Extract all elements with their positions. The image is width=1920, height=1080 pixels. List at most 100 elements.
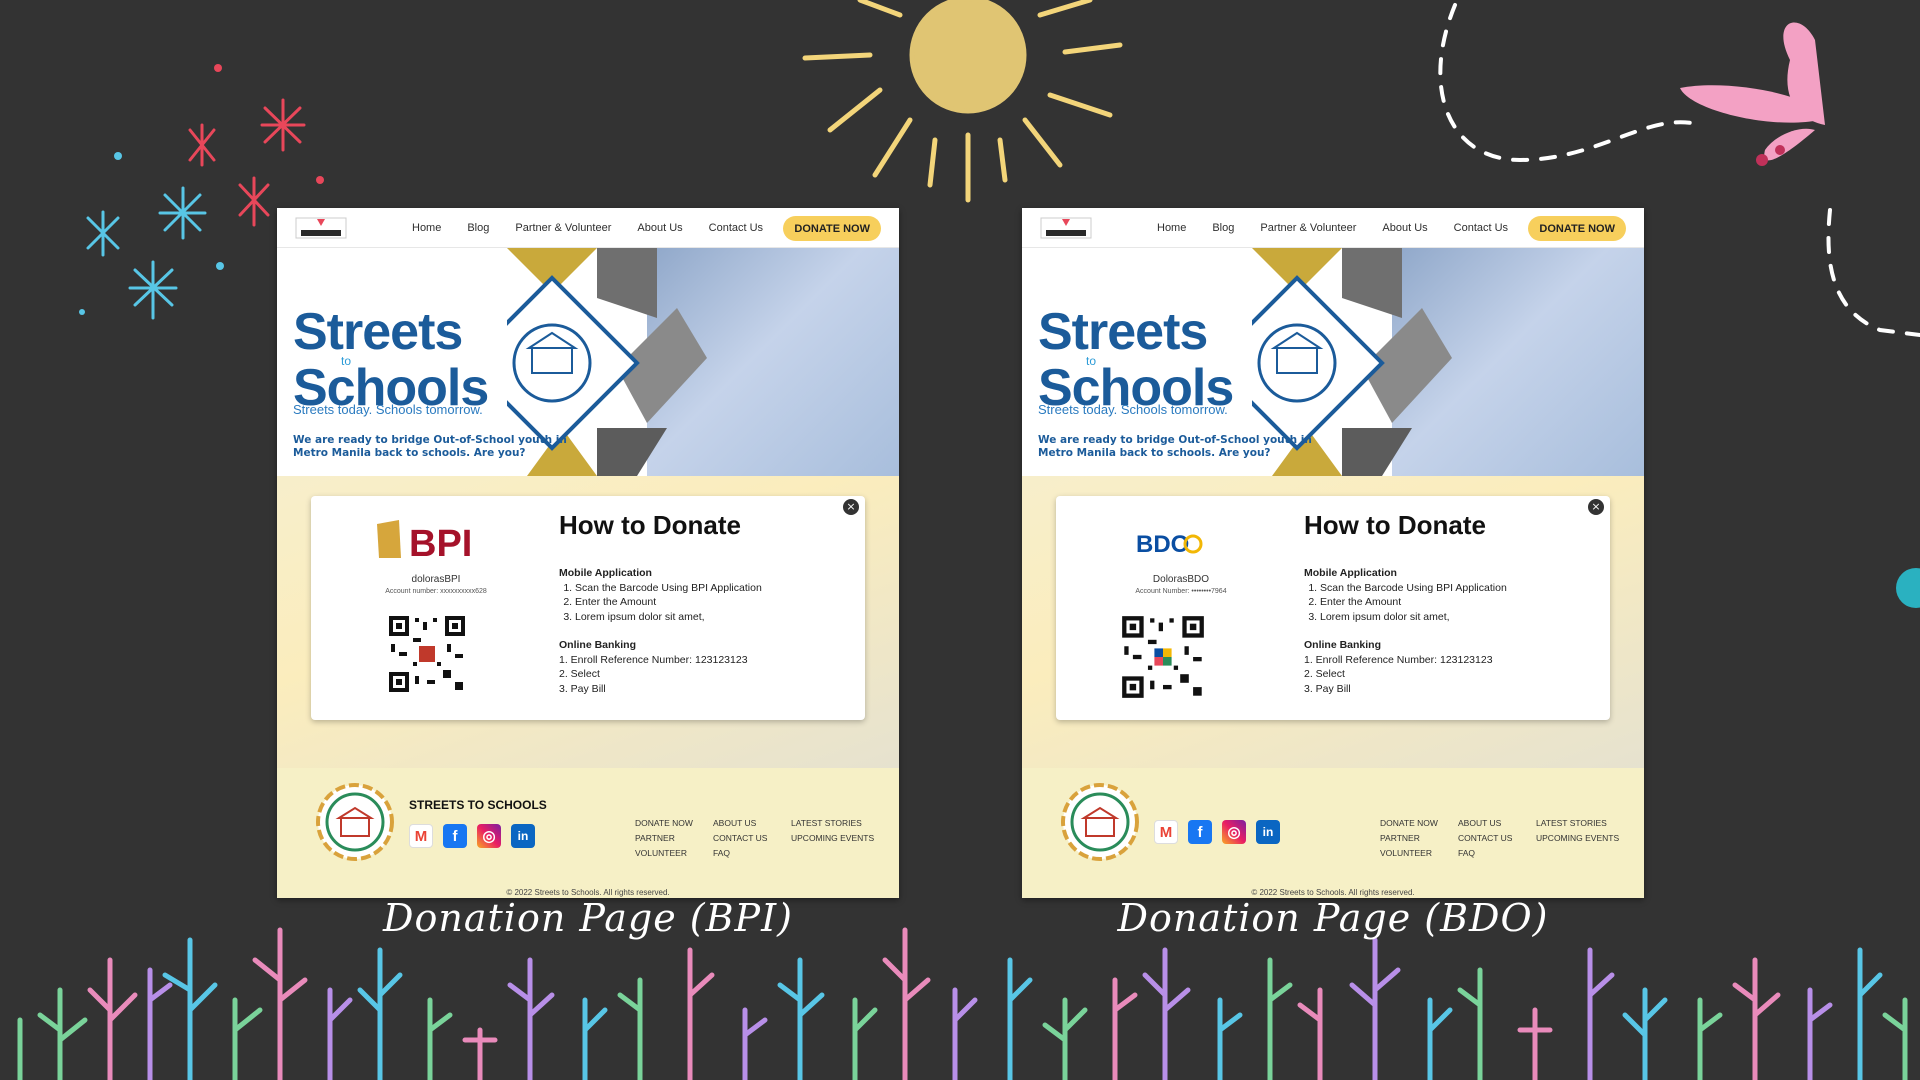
nav-blog[interactable]: Blog <box>1199 222 1247 234</box>
footer-link-donate-now[interactable]: DONATE NOW <box>1380 816 1438 831</box>
qr-code-icon <box>1120 614 1206 700</box>
donate-now-button[interactable]: DONATE NOW <box>783 216 881 241</box>
linkedin-icon[interactable]: in <box>511 824 535 848</box>
online-step: 3. Pay Bill <box>1304 682 1351 695</box>
nav-partner-volunteer[interactable]: Partner & Volunteer <box>1247 222 1369 234</box>
social-links: M f ◎ in <box>1154 820 1280 844</box>
footer-link-volunteer[interactable]: VOLUNTEER <box>635 846 693 861</box>
nav-links: Home Blog Partner & Volunteer About Us C… <box>1144 208 1521 248</box>
mobile-step: Scan the Barcode Using BPI Application <box>575 581 762 596</box>
donation-page-bpi: Home Blog Partner & Volunteer About Us C… <box>277 208 899 898</box>
hero-title: Streets to Schools <box>293 303 489 417</box>
footer-link-contact-us[interactable]: CONTACT US <box>713 831 767 846</box>
site-logo[interactable] <box>295 216 347 240</box>
mobile-step: Enter the Amount <box>575 595 762 610</box>
footer-col-1: DONATE NOW PARTNER VOLUNTEER <box>1380 816 1438 861</box>
site-footer: M f ◎ in DONATE NOW PARTNER VOLUNTEER AB… <box>1022 768 1644 898</box>
caption-bdo: Donation Page (BDO) <box>1117 896 1549 940</box>
donate-instructions: Mobile Application Scan the Barcode Usin… <box>1304 566 1507 696</box>
online-heading: Online Banking <box>559 639 637 651</box>
nav-contact-us[interactable]: Contact Us <box>696 222 776 234</box>
mobile-step: Enter the Amount <box>1320 595 1507 610</box>
donate-now-button[interactable]: DONATE NOW <box>1528 216 1626 241</box>
how-to-donate-modal: × BDO DolorasBDO Account Number: •••••••… <box>1056 496 1610 720</box>
footer-link-faq[interactable]: FAQ <box>1458 846 1512 861</box>
footer-logo-icon <box>316 783 394 861</box>
footer-link-volunteer[interactable]: VOLUNTEER <box>1380 846 1438 861</box>
bpi-logo-icon: BPI <box>377 520 472 565</box>
online-step: 1. Enroll Reference Number: 123123123 <box>1304 653 1493 666</box>
footer-link-about-us[interactable]: ABOUT US <box>1458 816 1512 831</box>
mobile-step: Lorem ipsum dolor sit amet, <box>575 610 762 625</box>
footer-col-3: LATEST STORIES UPCOMING EVENTS <box>791 816 874 846</box>
mobile-heading: Mobile Application <box>559 567 652 579</box>
navbar: Home Blog Partner & Volunteer About Us C… <box>1022 208 1644 248</box>
online-step: 2. Select <box>559 668 600 680</box>
nav-about-us[interactable]: About Us <box>624 222 695 234</box>
nav-home[interactable]: Home <box>399 222 454 234</box>
nav-about-us[interactable]: About Us <box>1369 222 1440 234</box>
mobile-steps: Scan the Barcode Using BPI Application E… <box>1304 581 1507 625</box>
footer-link-upcoming-events[interactable]: UPCOMING EVENTS <box>791 831 874 846</box>
hero-subtext: We are ready to bridge Out-of-School you… <box>293 434 567 459</box>
hero-title: Streets to Schools <box>1038 303 1234 417</box>
facebook-icon[interactable]: f <box>1188 820 1212 844</box>
footer-link-latest-stories[interactable]: LATEST STORIES <box>1536 816 1619 831</box>
caption-bpi: Donation Page (BPI) <box>383 896 793 940</box>
footer-link-contact-us[interactable]: CONTACT US <box>1458 831 1512 846</box>
footer-col-2: ABOUT US CONTACT US FAQ <box>1458 816 1512 861</box>
nav-partner-volunteer[interactable]: Partner & Volunteer <box>502 222 624 234</box>
donation-page-bdo: Home Blog Partner & Volunteer About Us C… <box>1022 208 1644 898</box>
footer-link-latest-stories[interactable]: LATEST STORIES <box>791 816 874 831</box>
facebook-icon[interactable]: f <box>443 824 467 848</box>
footer-link-partner[interactable]: PARTNER <box>635 831 693 846</box>
account-name: DolorasBDO <box>1152 574 1210 585</box>
how-to-donate-modal: × BPI dolorasBPI Account number: xxxxxxx… <box>311 496 865 720</box>
nav-home[interactable]: Home <box>1144 222 1199 234</box>
nav-contact-us[interactable]: Contact Us <box>1441 222 1521 234</box>
footer-col-1: DONATE NOW PARTNER VOLUNTEER <box>635 816 693 861</box>
bpi-logo-text: BPI <box>409 523 472 565</box>
site-footer: STREETS TO SCHOOLS M f ◎ in DONATE NOW P… <box>277 768 899 898</box>
hero-banner: Streets to Schools Streets today. School… <box>277 248 899 476</box>
site-logo[interactable] <box>1040 216 1092 240</box>
instagram-icon[interactable]: ◎ <box>477 824 501 848</box>
hero-subtext: We are ready to bridge Out-of-School you… <box>1038 434 1312 459</box>
footer-link-donate-now[interactable]: DONATE NOW <box>635 816 693 831</box>
sun-icon <box>802 0 1123 203</box>
account-name: dolorasBPI <box>411 574 461 585</box>
hero-banner: Streets to Schools Streets today. School… <box>1022 248 1644 476</box>
online-step: 2. Select <box>1304 668 1345 680</box>
footer-link-about-us[interactable]: ABOUT US <box>713 816 767 831</box>
linkedin-icon[interactable]: in <box>1256 820 1280 844</box>
social-links: M f ◎ in <box>409 824 535 848</box>
mobile-heading: Mobile Application <box>1304 567 1397 579</box>
mobile-step: Scan the Barcode Using BPI Application <box>1320 581 1507 596</box>
cactus-border-icon <box>17 927 1908 1080</box>
navbar: Home Blog Partner & Volunteer About Us C… <box>277 208 899 248</box>
footer-col-2: ABOUT US CONTACT US FAQ <box>713 816 767 861</box>
account-number: Account Number: ••••••••7964 <box>1135 588 1227 595</box>
footer-link-upcoming-events[interactable]: UPCOMING EVENTS <box>1536 831 1619 846</box>
nav-blog[interactable]: Blog <box>454 222 502 234</box>
instagram-icon[interactable]: ◎ <box>1222 820 1246 844</box>
donate-instructions: Mobile Application Scan the Barcode Usin… <box>559 566 762 696</box>
gmail-icon[interactable]: M <box>409 824 433 848</box>
modal-title: How to Donate <box>1304 510 1486 540</box>
online-step: 1. Enroll Reference Number: 123123123 <box>559 653 748 666</box>
gmail-icon[interactable]: M <box>1154 820 1178 844</box>
close-icon[interactable]: × <box>843 499 859 515</box>
hero-tagline: Streets today. Schools tomorrow. <box>293 402 483 417</box>
butterfly-icon <box>1680 22 1825 166</box>
online-heading: Online Banking <box>1304 639 1382 651</box>
footer-link-faq[interactable]: FAQ <box>713 846 767 861</box>
account-number: Account number: xxxxxxxxxx628 <box>385 588 487 595</box>
teal-circle-decoration <box>1896 568 1920 608</box>
hero-tagline: Streets today. Schools tomorrow. <box>1038 402 1228 417</box>
bdo-logo-text: BDO <box>1136 531 1189 558</box>
footer-col-3: LATEST STORIES UPCOMING EVENTS <box>1536 816 1619 846</box>
online-step: 3. Pay Bill <box>559 682 606 695</box>
footer-logo-icon <box>1061 783 1139 861</box>
footer-link-partner[interactable]: PARTNER <box>1380 831 1438 846</box>
close-icon[interactable]: × <box>1588 499 1604 515</box>
